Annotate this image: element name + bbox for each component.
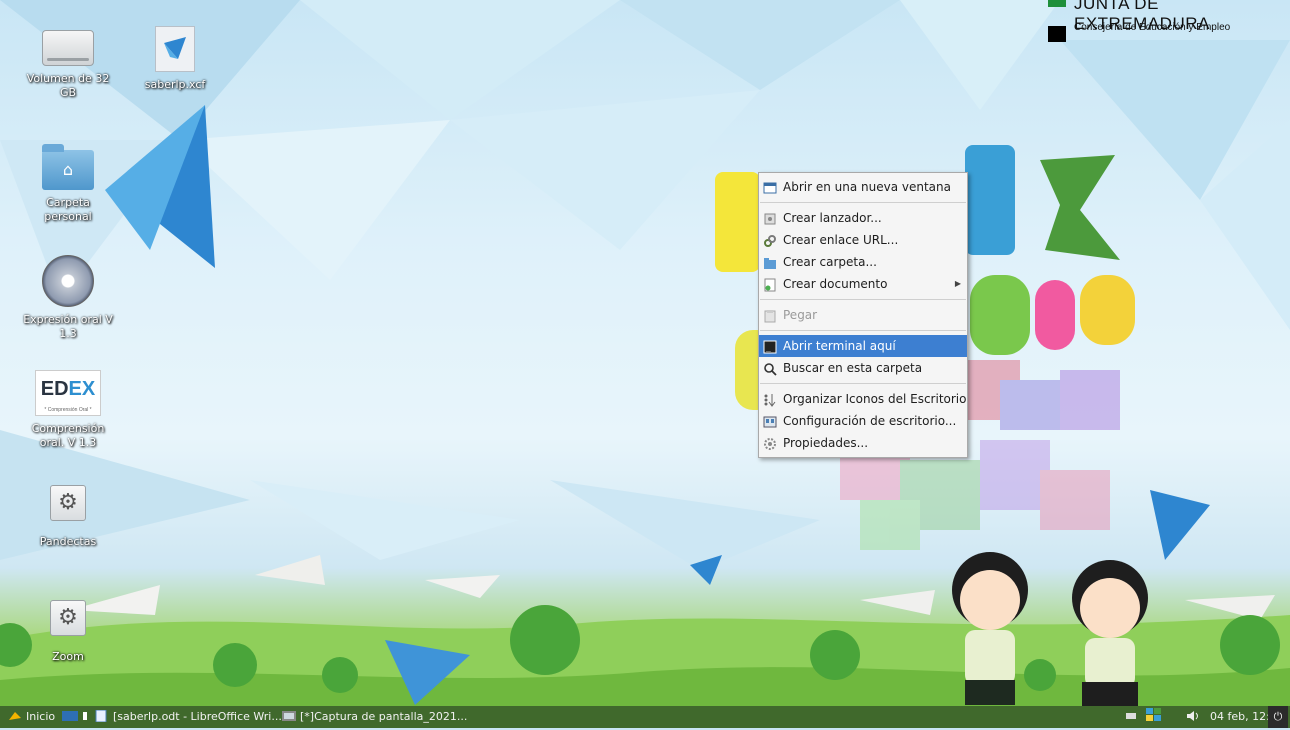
menu-item-label: Buscar en esta carpeta <box>783 361 923 375</box>
desktop-icon-label: Pandectas <box>39 535 97 548</box>
edex-caption: * Comprensión Oral * <box>44 407 92 413</box>
desktop-icon-label: Comprensión oral. V 1.3 <box>31 422 105 449</box>
desktop-icon-label: Volumen de 32 GB <box>26 72 110 99</box>
desktop-icon-label: Carpeta personal <box>44 196 92 223</box>
junta-logo: JUNTA DE EXTREMADURA Consejería de Educa… <box>1048 0 1268 44</box>
desktop-icon-xcf[interactable]: saberlp.xcf <box>130 26 220 92</box>
menu-item-create-folder[interactable]: Crear carpeta... <box>759 251 967 273</box>
menu-item-label: Abrir en una nueva ventana <box>783 180 951 194</box>
desktop-icon-pandectas[interactable]: ⚙ Pandectas <box>23 485 113 549</box>
desktop-icon-label: saberlp.xcf <box>144 78 206 91</box>
power-icon: ⏻ <box>1273 710 1283 723</box>
task-screenshot[interactable]: [*]Captura de pantalla_2021... <box>282 706 467 728</box>
gear-icon: ⚙ <box>50 600 86 636</box>
start-button[interactable]: Inicio <box>8 706 55 728</box>
menu-item-label: Abrir terminal aquí <box>783 339 896 353</box>
edex-ed: ED <box>40 378 69 400</box>
menu-item-label: Organizar Iconos del Escritorio <box>783 392 967 406</box>
xcf-file-icon <box>155 26 195 72</box>
terminal-icon: _ <box>763 339 777 354</box>
task-libreoffice-writer[interactable]: [saberlp.odt - LibreOffice Wri... <box>95 706 282 728</box>
menu-item-create-document[interactable]: Crear documento ▶ <box>759 273 967 295</box>
desktop-icon <box>62 708 78 721</box>
tray-app-icon <box>1146 708 1161 721</box>
desktop-icon-zoom[interactable]: ⚙ Zoom <box>23 600 113 664</box>
shutdown-button[interactable]: ⏻ <box>1268 706 1288 728</box>
volume-icon <box>1186 708 1200 721</box>
link-icon <box>763 233 777 247</box>
flag-green-icon <box>1048 0 1066 7</box>
menu-item-label: Pegar <box>783 308 818 322</box>
home-folder-icon: ⌂ <box>42 144 94 190</box>
menu-item-label: Propiedades... <box>783 436 869 450</box>
menu-separator <box>760 202 966 203</box>
junta-subtitle: Consejería de Educación y Empleo <box>1074 22 1231 33</box>
desktop-icon-expresion-oral[interactable]: Expresión oral V 1.3 <box>23 255 113 341</box>
launcher-icon <box>763 211 777 225</box>
network-icon <box>1124 708 1138 720</box>
flag-black-icon <box>1048 26 1066 42</box>
tray-network[interactable] <box>1124 706 1142 728</box>
menu-item-label: Crear carpeta... <box>783 255 877 269</box>
workspace-switcher[interactable] <box>82 706 92 728</box>
search-icon <box>763 361 777 376</box>
show-desktop-button[interactable] <box>62 706 80 728</box>
edex-ex: EX <box>68 378 96 400</box>
menu-item-open-new-window[interactable]: Abrir en una nueva ventana <box>759 176 967 198</box>
menu-separator <box>760 383 966 384</box>
image-icon <box>282 708 296 721</box>
menu-item-properties[interactable]: Propiedades... <box>759 432 967 454</box>
drive-icon <box>42 30 94 66</box>
document-icon <box>763 277 777 292</box>
desktop-icon-home[interactable]: ⌂ Carpeta personal <box>23 144 113 224</box>
disc-icon <box>42 255 94 307</box>
sort-icon <box>763 392 777 407</box>
start-menu-icon <box>8 708 22 720</box>
desktop-icon-label: Zoom <box>52 650 84 663</box>
menu-separator <box>760 299 966 300</box>
edex-app-icon: EDEX * Comprensión Oral * <box>35 370 101 416</box>
desktop-icon-label: Expresión oral V 1.3 <box>23 313 113 340</box>
svg-text:_: _ <box>766 343 771 352</box>
start-label: Inicio <box>26 710 56 723</box>
menu-item-label: Configuración de escritorio... <box>783 414 957 428</box>
document-icon <box>95 708 109 723</box>
taskbar: Inicio [saberlp.odt - LibreOffice Wri...… <box>0 706 1290 728</box>
menu-item-search-folder[interactable]: Buscar en esta carpeta <box>759 357 967 379</box>
desktop-settings-icon <box>763 414 777 428</box>
task-label: [*]Captura de pantalla_2021... <box>300 710 468 723</box>
folder-icon <box>763 255 777 269</box>
menu-item-desktop-settings[interactable]: Configuración de escritorio... <box>759 410 967 432</box>
menu-item-label: Crear lanzador... <box>783 211 882 225</box>
submenu-arrow-icon: ▶ <box>954 279 961 288</box>
menu-item-paste[interactable]: Pegar <box>759 304 967 326</box>
desktop-icon-comprension-oral[interactable]: EDEX * Comprensión Oral * Comprensión or… <box>23 370 113 450</box>
menu-item-create-url-link[interactable]: Crear enlace URL... <box>759 229 967 251</box>
menu-item-label: Crear documento <box>783 277 888 291</box>
menu-item-create-launcher[interactable]: Crear lanzador... <box>759 207 967 229</box>
desktop-wallpaper <box>0 0 1290 728</box>
menu-item-label: Crear enlace URL... <box>783 233 899 247</box>
properties-icon <box>763 436 777 450</box>
desktop-icon-volume[interactable]: Volumen de 32 GB <box>23 30 113 100</box>
desktop-context-menu: Abrir en una nueva ventana Crear lanzado… <box>758 172 968 458</box>
menu-separator <box>760 330 966 331</box>
tray-app[interactable] <box>1146 706 1164 728</box>
volume-control[interactable] <box>1186 706 1204 728</box>
workspace-icon <box>82 708 88 720</box>
menu-item-arrange-icons[interactable]: Organizar Iconos del Escritorio <box>759 388 967 410</box>
menu-item-open-terminal[interactable]: _ Abrir terminal aquí <box>759 335 967 357</box>
task-label: [saberlp.odt - LibreOffice Wri... <box>113 710 282 723</box>
window-icon <box>763 180 777 194</box>
paste-icon <box>763 308 777 323</box>
gear-icon: ⚙ <box>50 485 86 521</box>
